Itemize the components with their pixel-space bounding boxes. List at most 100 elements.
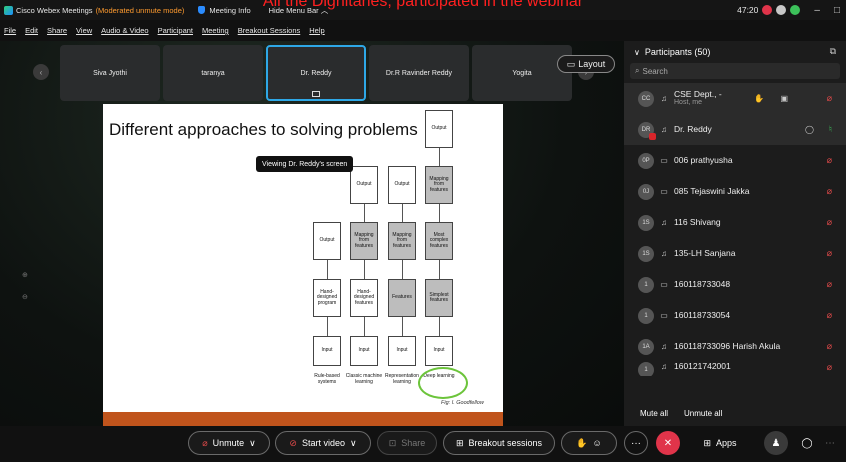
more-panels-button[interactable]: ⋯ [818, 431, 842, 455]
diagram-arrow [439, 317, 440, 336]
popout-icon[interactable]: ⧉ [830, 46, 836, 57]
participant-row[interactable]: 1A ♫ 160118733096 Harish Akula ⌀ [624, 331, 846, 362]
diagram-caption: Representation learning [385, 373, 419, 385]
menu-participant[interactable]: Participant [158, 26, 193, 35]
mic-muted-icon[interactable]: ⌀ [827, 310, 832, 321]
video-tile-active[interactable]: Dr. Reddy [266, 45, 366, 101]
meeting-stage: ‹ Siva Jyothi taranya Dr. Reddy Dr.R Rav… [0, 41, 624, 426]
unmute-button[interactable]: ⌀ Unmute ∨ [188, 431, 270, 455]
avatar: 1 [638, 362, 654, 376]
caption-icon: ▣ [780, 94, 788, 103]
mic-muted-icon[interactable]: ⌀ [827, 248, 832, 259]
annotation-circle [418, 367, 468, 399]
participant-name-block: 006 prathyusha [674, 155, 733, 165]
avatar: 1A [638, 338, 654, 355]
participant-name-block: 135-LH Sanjana [674, 248, 735, 258]
participant-row[interactable]: 1S ♫ 116 Shivang ⌀ [624, 207, 846, 238]
mic-muted-icon[interactable]: ⌀ [827, 217, 832, 228]
diagram-arrow [402, 317, 403, 336]
tile-name: Siva Jyothi [93, 69, 127, 77]
mic-muted-icon[interactable]: ⌀ [827, 362, 832, 373]
video-tile[interactable]: taranya [163, 45, 263, 101]
menu-help[interactable]: Help [309, 26, 324, 35]
participant-row[interactable]: 1 ♫ 160121742001 ⌀ [624, 362, 846, 376]
menu-file[interactable]: File [4, 26, 16, 35]
mic-muted-icon[interactable]: ⌀ [827, 155, 832, 166]
chevron-down-icon[interactable]: ∨ [249, 438, 256, 449]
overlay-caption: All the Dignitaries, participated in the… [262, 0, 584, 10]
mic-muted-icon[interactable]: ⌀ [827, 279, 832, 290]
participant-row[interactable]: 1 ▭ 160118733048 ⌀ [624, 269, 846, 300]
participant-name-block: 160118733096 Harish Akula [674, 341, 780, 351]
raise-hand-icon[interactable]: ✋ [576, 438, 587, 449]
menu-view[interactable]: View [76, 26, 92, 35]
mic-muted-icon[interactable]: ⌀ [827, 341, 832, 352]
mic-muted-icon[interactable]: ⌀ [827, 93, 832, 104]
avatar: 1S [638, 214, 654, 231]
phone-icon: ▭ [660, 311, 668, 320]
participants-button[interactable]: ♟ [764, 431, 788, 455]
diagram-box: Hand-designed program [313, 279, 341, 317]
leave-meeting-button[interactable]: ✕ [656, 431, 680, 455]
breakout-icon: ⊞ [455, 437, 464, 448]
unmute-all-button[interactable]: Unmute all [684, 409, 722, 418]
start-video-button[interactable]: ⊘ Start video ∨ [275, 431, 371, 455]
participant-row[interactable]: 1 ▭ 160118733054 ⌀ [624, 300, 846, 331]
participant-search[interactable]: ⌕ Search [630, 63, 840, 79]
zoom-in-icon[interactable]: ⊕ [22, 271, 28, 279]
menu-share[interactable]: Share [47, 26, 67, 35]
thumbnails-prev-button[interactable]: ‹ [33, 64, 49, 80]
menu-edit[interactable]: Edit [25, 26, 38, 35]
chat-button[interactable]: ◯ [795, 431, 819, 455]
mute-all-button[interactable]: Mute all [640, 409, 668, 418]
share-button[interactable]: ⊡ Share [377, 431, 437, 455]
figure-credit: Fig: I. Goodfellow [441, 400, 484, 406]
unmute-label: Unmute [212, 438, 245, 448]
start-video-label: Start video [301, 438, 345, 448]
menu-meeting[interactable]: Meeting [202, 26, 229, 35]
participant-name-block: 116 Shivang [674, 217, 721, 227]
mic-on-icon[interactable]: ♮ [829, 124, 832, 135]
video-tile[interactable]: Dr.R Ravinder Reddy [369, 45, 469, 101]
apps-button[interactable]: ⊞ Apps [690, 431, 750, 455]
slide-title: Different approaches to solving problems [109, 120, 418, 139]
chat-icon[interactable]: ◯ [805, 125, 814, 134]
mic-muted-icon[interactable]: ⌀ [827, 186, 832, 197]
search-placeholder: Search [642, 66, 668, 76]
headset-icon: ♫ [661, 125, 667, 134]
participants-title: Participants (50) [644, 47, 711, 57]
chevron-down-icon[interactable]: ∨ [634, 48, 640, 57]
people-icon: ♟ [771, 437, 781, 449]
reaction-icon[interactable]: ☺ [593, 438, 602, 448]
more-options-button[interactable]: ··· [624, 431, 648, 455]
participant-row[interactable]: 0P ▭ 006 prathyusha ⌀ [624, 145, 846, 176]
video-tile[interactable]: Yogita [472, 45, 572, 101]
participant-row[interactable]: 1S ♫ 135-LH Sanjana ⌀ [624, 238, 846, 269]
breakout-label: Breakout sessions [468, 438, 543, 448]
layout-button[interactable]: ▭ Layout [557, 55, 615, 73]
breakout-sessions-button[interactable]: ⊞ Breakout sessions [443, 431, 555, 455]
participant-row[interactable]: 0J ▭ 085 Tejaswini Jakka ⌀ [624, 176, 846, 207]
participant-name-block: 160118733048 [674, 279, 730, 289]
avatar-initials: DR [641, 126, 651, 133]
participant-name: 160118733054 [674, 309, 731, 320]
chat-icon: ◯ [801, 437, 813, 449]
avatar: 1 [638, 307, 654, 324]
diagram-box: Output [388, 166, 416, 204]
menu-audio-video[interactable]: Audio & Video [101, 26, 148, 35]
menu-breakout-sessions[interactable]: Breakout Sessions [238, 26, 301, 35]
hand-icon: ✋ [754, 94, 764, 103]
diagram-box: Output [425, 110, 453, 148]
reactions-group[interactable]: ✋ ☺ [561, 431, 617, 455]
chevron-down-icon[interactable]: ∨ [350, 438, 357, 449]
participant-name: Dr. Reddy [674, 123, 712, 134]
participant-row[interactable]: CC ♫ CSE Dept., - Host, me ✋ ▣ ⌀ [624, 83, 846, 114]
zoom-out-icon[interactable]: ⊖ [22, 293, 28, 301]
menu-bar: File Edit Share View Audio & Video Parti… [0, 20, 846, 41]
headset-icon: ♫ [661, 249, 667, 258]
video-tile[interactable]: Siva Jyothi [60, 45, 160, 101]
participants-header[interactable]: ∨ Participants (50) ⧉ [624, 41, 846, 63]
participant-name-block: 085 Tejaswini Jakka [674, 186, 749, 196]
participant-row[interactable]: DR ♫ Dr. Reddy ◯ ♮ [624, 114, 846, 145]
headset-icon: ♫ [661, 218, 667, 227]
